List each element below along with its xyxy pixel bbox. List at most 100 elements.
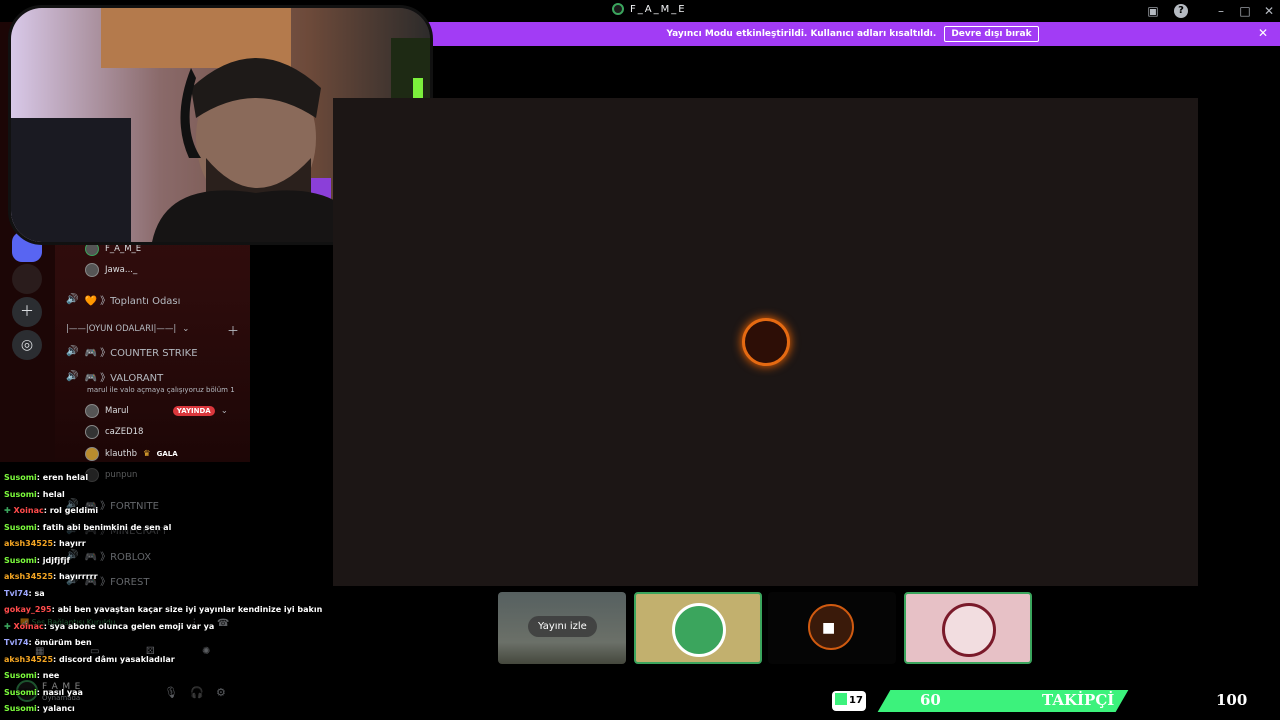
stream-thumbnail[interactable]: Yayını izle bbox=[498, 592, 626, 664]
chat-text: : helal bbox=[36, 489, 65, 499]
speaker-icon: 🔊 bbox=[66, 294, 79, 305]
minimize-button[interactable]: – bbox=[1212, 2, 1230, 20]
chat-username: Susomi bbox=[4, 671, 37, 680]
speaker-avatar[interactable] bbox=[742, 318, 790, 366]
chat-username: Tvl74 bbox=[4, 638, 29, 647]
chat-text: : yalancı bbox=[36, 704, 75, 713]
channel-status-text: marul ile valo açmaya çalışıyoruz bölüm … bbox=[87, 386, 235, 394]
chat-message: ✚ Xoinac: sya abone olunca gelen emoji v… bbox=[4, 622, 214, 631]
avatar bbox=[85, 404, 99, 418]
close-banner-icon[interactable]: ✕ bbox=[1258, 26, 1268, 40]
participant-tile[interactable]: ■ bbox=[768, 592, 896, 664]
avatar bbox=[85, 425, 99, 439]
chat-text: : ömürüm ben bbox=[28, 638, 92, 647]
chat-message: aksh34525: discord dâmı yasakladılar bbox=[4, 655, 175, 664]
chat-text: : fatih abi benimkini de sen al bbox=[36, 522, 172, 532]
channel-label: 🎮 》COUNTER STRIKE bbox=[84, 348, 198, 359]
channel-label: 🎮 》VALORANT bbox=[84, 373, 164, 384]
channel-meeting-room[interactable]: 🔊 🧡 》Toplantı Odası bbox=[66, 292, 180, 307]
server-logo-icon bbox=[612, 3, 624, 15]
window-title-text: F_A_M_E bbox=[630, 3, 687, 15]
role-badge: GALA bbox=[156, 450, 178, 458]
participant-avatar bbox=[942, 603, 996, 657]
chat-text: : nasıl yaa bbox=[36, 687, 83, 697]
channel-label: 🧡 》Toplantı Odası bbox=[84, 296, 181, 307]
streamer-mode-banner: Yayıncı Modu etkinleştirildi. Kullanıcı … bbox=[425, 22, 1280, 46]
chat-message: aksh34525: hayırrrrr bbox=[4, 572, 98, 581]
disable-streamer-mode-button[interactable]: Devre dışı bırak bbox=[944, 26, 1039, 42]
chat-text: : sa bbox=[28, 588, 45, 598]
chevron-down-icon: ⌄ bbox=[182, 324, 190, 334]
chat-username: Susomi bbox=[4, 489, 37, 499]
speaker-icon: 🔊 bbox=[66, 346, 79, 357]
chat-text: : hayırrrrr bbox=[53, 572, 98, 581]
chat-message: ✚ Xoinac: rol geldimi bbox=[4, 506, 98, 515]
voice-member[interactable]: klauthb ♛ GALA bbox=[85, 447, 178, 461]
follower-label: TAKİPÇİ bbox=[1042, 691, 1115, 709]
voice-member[interactable]: Marul YAYINDA ⌄ bbox=[85, 404, 228, 418]
kick-badge-count: 17 bbox=[849, 695, 863, 706]
member-name: klauthb bbox=[105, 449, 137, 459]
participant-tile[interactable] bbox=[904, 592, 1032, 664]
member-name: caZED18 bbox=[105, 427, 144, 437]
follower-goal-bar: 17 60 TAKİPÇİ 100 bbox=[832, 688, 1280, 716]
chat-username: Xoinac bbox=[13, 506, 44, 515]
category-header[interactable]: |——|OYUN ODALARI|——| ⌄ bbox=[66, 324, 189, 334]
camera-icon: ■ bbox=[822, 620, 836, 636]
chat-username: aksh34525 bbox=[4, 539, 54, 548]
chat-username: aksh34525 bbox=[4, 654, 54, 664]
chat-message: Tvl74: ömürüm ben bbox=[4, 638, 92, 647]
channel-valorant[interactable]: 🔊 🎮 》VALORANT bbox=[66, 369, 163, 384]
chat-text: : nee bbox=[36, 671, 60, 680]
chat-message: Susomi: nee bbox=[4, 671, 59, 680]
chat-overlay: Susomi: eren helal Susomi: helal ✚ Xoinac:… bbox=[0, 462, 330, 720]
follower-goal: 100 bbox=[1216, 691, 1248, 709]
inbox-icon[interactable]: ▣ bbox=[1144, 2, 1162, 20]
badge-icon: ✚ bbox=[4, 506, 14, 515]
chat-text: : eren helal bbox=[36, 473, 89, 482]
member-name: Marul bbox=[105, 406, 129, 416]
chat-username: Susomi bbox=[4, 704, 37, 713]
maximize-button[interactable]: □ bbox=[1236, 2, 1254, 20]
voice-member[interactable]: Jawa..._ bbox=[85, 263, 137, 277]
chat-text: : discord dâmı yasakladılar bbox=[53, 654, 175, 664]
crown-icon: ♛ bbox=[143, 449, 151, 459]
avatar bbox=[85, 447, 99, 461]
help-icon[interactable]: ? bbox=[1174, 4, 1188, 18]
chat-username: Susomi bbox=[4, 522, 37, 532]
chat-message: gokay_295: abi ben yavaştan kaçar size i… bbox=[4, 605, 322, 614]
chat-message: Susomi: fatih abi benimkini de sen al bbox=[4, 523, 171, 532]
participant-avatar bbox=[672, 603, 726, 657]
chat-username: Tvl74 bbox=[4, 588, 29, 598]
member-name: F_A_M_E bbox=[105, 244, 142, 254]
close-window-button[interactable]: ✕ bbox=[1260, 2, 1278, 20]
chat-message: Susomi: yalancı bbox=[4, 704, 75, 713]
server-icon[interactable] bbox=[12, 264, 42, 294]
chat-message: Susomi: helal bbox=[4, 490, 65, 499]
banner-text: Yayıncı Modu etkinleştirildi. Kullanıcı … bbox=[666, 29, 937, 39]
chat-username: Susomi bbox=[4, 555, 37, 565]
chat-username: Xoinac bbox=[13, 621, 44, 631]
chat-message: Susomi: jdjfjfjf bbox=[4, 556, 70, 565]
follower-current: 60 bbox=[920, 691, 941, 709]
watch-stream-button[interactable]: Yayını izle bbox=[528, 616, 597, 637]
channel-counter-strike[interactable]: 🔊 🎮 》COUNTER STRIKE bbox=[66, 344, 198, 359]
chat-username: gokay_295 bbox=[4, 605, 52, 614]
chat-text: : rol geldimi bbox=[43, 506, 99, 515]
chat-message: Susomi: nasıl yaa bbox=[4, 688, 83, 697]
discover-icon[interactable]: ◎ bbox=[12, 330, 42, 360]
add-server-icon[interactable]: ＋ bbox=[12, 297, 42, 327]
chat-username: aksh34525 bbox=[4, 572, 54, 581]
chat-message: Susomi: eren helal bbox=[4, 473, 88, 482]
chevron-down-icon: ⌄ bbox=[220, 406, 228, 416]
chat-text: : sya abone olunca gelen emoji var ya bbox=[43, 621, 215, 631]
chat-message: Tvl74: sa bbox=[4, 589, 45, 598]
speaker-icon: 🔊 bbox=[66, 371, 79, 382]
voice-member[interactable]: caZED18 bbox=[85, 425, 143, 439]
add-channel-icon[interactable]: ＋ bbox=[227, 322, 239, 339]
chat-text: : abi ben yavaştan kaçar size iyi yayınl… bbox=[51, 605, 323, 614]
window-title: F_A_M_E bbox=[612, 3, 687, 15]
member-name: Jawa..._ bbox=[105, 265, 138, 275]
kick-logo-icon: 17 bbox=[832, 691, 866, 711]
participant-tile[interactable] bbox=[634, 592, 762, 664]
